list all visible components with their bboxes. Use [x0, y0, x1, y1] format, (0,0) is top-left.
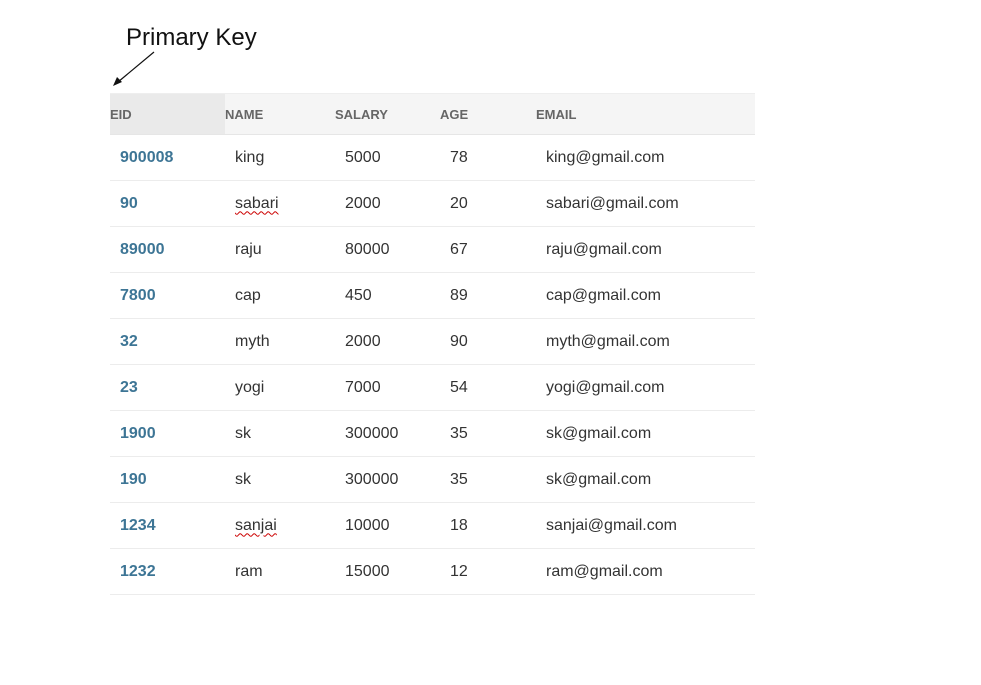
cell-salary: 7000	[345, 378, 381, 396]
cell-age: 12	[450, 562, 468, 580]
cell-name: king	[235, 148, 265, 166]
table-row[interactable]: 1900 sk 300000 35 sk@gmail.com	[110, 411, 755, 457]
cell-eid: 900008	[120, 148, 174, 166]
employee-table: EID NAME SALARY AGE EMAIL 900008 king 50…	[110, 93, 755, 595]
cell-email: yogi@gmail.com	[546, 378, 665, 396]
cell-email: raju@gmail.com	[546, 240, 662, 258]
table-row[interactable]: 90 sabari 2000 20 sabari@gmail.com	[110, 181, 755, 227]
primary-key-annotation-label: Primary Key	[126, 24, 257, 51]
cell-salary: 80000	[345, 240, 390, 258]
cell-age: 89	[450, 286, 468, 304]
cell-name: raju	[235, 240, 262, 258]
table-row[interactable]: 32 myth 2000 90 myth@gmail.com	[110, 319, 755, 365]
column-header-eid[interactable]: EID	[110, 94, 225, 134]
cell-eid: 23	[120, 378, 138, 396]
cell-eid: 32	[120, 332, 138, 350]
cell-name: yogi	[235, 378, 265, 396]
spellcheck-flagged-text: sabari	[235, 194, 279, 212]
cell-age: 18	[450, 516, 468, 534]
cell-email: king@gmail.com	[546, 148, 665, 166]
column-header-email[interactable]: EMAIL	[536, 94, 755, 134]
cell-eid: 1232	[120, 562, 156, 580]
cell-salary: 10000	[345, 516, 390, 534]
cell-salary: 450	[345, 286, 372, 304]
table-row[interactable]: 89000 raju 80000 67 raju@gmail.com	[110, 227, 755, 273]
cell-name: cap	[235, 286, 261, 304]
table-row[interactable]: 23 yogi 7000 54 yogi@gmail.com	[110, 365, 755, 411]
cell-name: myth	[235, 332, 270, 350]
cell-email: sanjai@gmail.com	[546, 516, 677, 534]
cell-age: 90	[450, 332, 468, 350]
table-header-row: EID NAME SALARY AGE EMAIL	[110, 94, 755, 135]
cell-email: sk@gmail.com	[546, 470, 652, 488]
cell-age: 67	[450, 240, 468, 258]
cell-email: sk@gmail.com	[546, 424, 652, 442]
spellcheck-flagged-text: sanjai	[235, 516, 277, 534]
cell-age: 54	[450, 378, 468, 396]
cell-age: 78	[450, 148, 468, 166]
cell-salary: 2000	[345, 194, 381, 212]
cell-name: ram	[235, 562, 263, 580]
cell-email: sabari@gmail.com	[546, 194, 679, 212]
cell-name: sk	[235, 470, 251, 488]
cell-salary: 2000	[345, 332, 381, 350]
cell-eid: 7800	[120, 286, 156, 304]
cell-eid: 89000	[120, 240, 165, 258]
cell-age: 20	[450, 194, 468, 212]
table-row[interactable]: 190 sk 300000 35 sk@gmail.com	[110, 457, 755, 503]
cell-salary: 300000	[345, 470, 399, 488]
cell-age: 35	[450, 470, 468, 488]
cell-salary: 5000	[345, 148, 381, 166]
cell-eid: 1900	[120, 424, 156, 442]
column-header-age[interactable]: AGE	[440, 94, 536, 134]
column-header-name[interactable]: NAME	[225, 94, 335, 134]
table-row[interactable]: 1234 sanjai 10000 18 sanjai@gmail.com	[110, 503, 755, 549]
cell-email: ram@gmail.com	[546, 562, 663, 580]
cell-eid: 90	[120, 194, 138, 212]
cell-salary: 300000	[345, 424, 399, 442]
cell-email: myth@gmail.com	[546, 332, 670, 350]
cell-name: sanjai	[235, 517, 345, 535]
cell-name: sk	[235, 424, 251, 442]
cell-age: 35	[450, 424, 468, 442]
cell-name: sabari	[235, 195, 345, 213]
cell-email: cap@gmail.com	[546, 286, 661, 304]
table-row[interactable]: 900008 king 5000 78 king@gmail.com	[110, 135, 755, 181]
cell-salary: 15000	[345, 562, 390, 580]
cell-eid: 190	[120, 470, 147, 488]
table-row[interactable]: 1232 ram 15000 12 ram@gmail.com	[110, 549, 755, 595]
column-header-salary[interactable]: SALARY	[335, 94, 440, 134]
table-row[interactable]: 7800 cap 450 89 cap@gmail.com	[110, 273, 755, 319]
cell-eid: 1234	[120, 516, 156, 534]
